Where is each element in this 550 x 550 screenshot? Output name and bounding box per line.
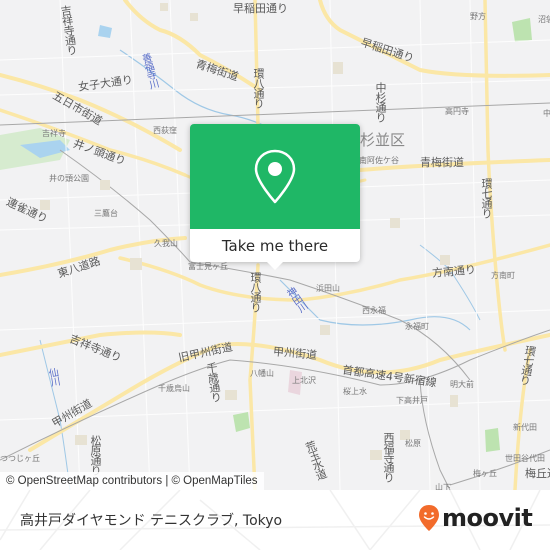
road-label: 梅丘通 bbox=[525, 467, 550, 480]
road-label: 中杉通り bbox=[374, 82, 387, 122]
place-label: 世田谷代田 bbox=[505, 454, 545, 463]
road-label: 西福寺通り bbox=[382, 432, 395, 482]
popup-header bbox=[190, 124, 360, 229]
ward-label: 杉並区 bbox=[360, 131, 406, 149]
footer-bar: 高井戸ダイヤモンド テニスクラブ, Tokyo moovit bbox=[0, 490, 550, 550]
road-label: 環八通り bbox=[249, 272, 262, 312]
place-label: 浜田山 bbox=[316, 284, 340, 293]
place-label: 千歳烏山 bbox=[158, 384, 190, 393]
map-attribution[interactable]: © OpenStreetMap contributors | © OpenMap… bbox=[0, 472, 264, 490]
map-view[interactable]: 杉並区 早稲田通り 早稲田通り 吉祥寺通り 青梅街道 青梅街道 環八通り 環八通… bbox=[0, 0, 550, 490]
place-label: 西永福 bbox=[362, 306, 386, 315]
place-label: 野方 bbox=[470, 12, 486, 21]
road-label: 環八通り bbox=[252, 68, 265, 108]
place-label: 三鷹台 bbox=[94, 209, 118, 218]
park-area bbox=[485, 428, 500, 452]
place-label: 沼袋 bbox=[538, 15, 550, 24]
place-label: 明大前 bbox=[450, 380, 474, 389]
place-label: 中 bbox=[543, 109, 550, 118]
place-label: 高円寺 bbox=[445, 107, 469, 116]
river-label: 仙川 bbox=[45, 367, 60, 387]
place-label: 井の頭公園 bbox=[49, 174, 89, 183]
map-pin-icon bbox=[254, 149, 296, 203]
place-label: 八幡山 bbox=[250, 369, 274, 378]
place-label: 桜上水 bbox=[343, 387, 367, 396]
park-area bbox=[233, 412, 250, 432]
popup-tail bbox=[266, 261, 284, 270]
place-label: 久我山 bbox=[154, 239, 178, 248]
place-label: 富士見ヶ丘 bbox=[188, 262, 228, 271]
place-label: 上北沢 bbox=[292, 376, 316, 385]
place-label: 方南町 bbox=[491, 271, 515, 280]
road-label: 松原通り bbox=[89, 435, 102, 475]
park-area bbox=[512, 18, 532, 42]
road-label: 青梅街道 bbox=[420, 156, 464, 169]
pond bbox=[98, 25, 112, 38]
place-title: 高井戸ダイヤモンド テニスクラブ, Tokyo bbox=[20, 513, 283, 529]
road-label: 環七通り bbox=[480, 178, 493, 218]
road-label: 甲州街道 bbox=[272, 345, 318, 362]
brand-name: moovit bbox=[442, 504, 533, 532]
moovit-smiley-pin-icon bbox=[419, 505, 439, 531]
place-label: つつじヶ丘 bbox=[0, 454, 40, 463]
moovit-logo[interactable]: moovit bbox=[418, 504, 533, 532]
place-label: 下高井戸 bbox=[396, 396, 428, 405]
place-label: 新代田 bbox=[513, 423, 537, 432]
road-label: 早稲田通り bbox=[233, 2, 288, 15]
place-label: 永福町 bbox=[405, 322, 429, 331]
place-label: 吉祥寺 bbox=[42, 129, 66, 138]
place-label: 松原 bbox=[405, 439, 421, 448]
place-label: 梅ヶ丘 bbox=[473, 469, 497, 478]
location-popup: Take me there bbox=[190, 124, 360, 270]
take-me-there-button[interactable]: Take me there bbox=[190, 229, 360, 262]
place-label: 南阿佐ケ谷 bbox=[359, 156, 399, 165]
place-label: 西荻窪 bbox=[153, 126, 177, 135]
